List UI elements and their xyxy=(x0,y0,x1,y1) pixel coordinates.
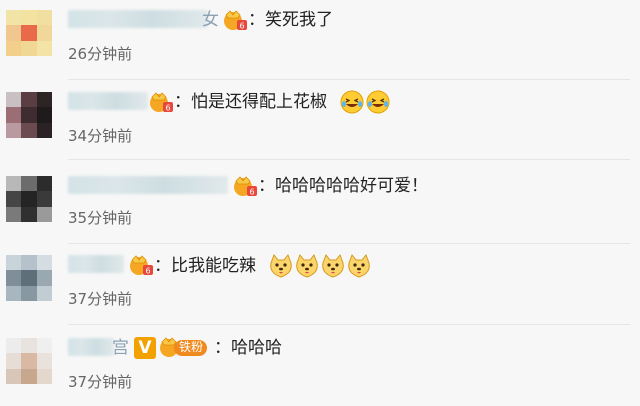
username-redacted[interactable] xyxy=(68,10,208,28)
divider xyxy=(68,159,630,160)
username-redacted[interactable] xyxy=(68,92,148,110)
divider xyxy=(68,324,630,325)
username-redacted[interactable] xyxy=(68,255,124,273)
vip-crown-badge-icon: 6 xyxy=(234,176,257,197)
comment-item: 6 ：比我能吃辣 37分钟前 xyxy=(0,245,640,325)
comment-text: ：怕是还得配上花椒 xyxy=(174,92,327,112)
avatar[interactable] xyxy=(6,10,52,56)
svg-text:6: 6 xyxy=(239,22,244,31)
avatar[interactable] xyxy=(6,92,52,138)
doge-emoji-icon xyxy=(270,254,292,278)
comment-time: 37分钟前 xyxy=(68,373,133,391)
username-tail[interactable]: 宫 xyxy=(112,338,129,358)
fan-badge-label: 铁粉 xyxy=(179,340,204,354)
comment-text: ：哈哈哈哈哈好可爱！ xyxy=(258,176,428,196)
vip-crown-badge-icon: 6 xyxy=(150,92,173,113)
username-tail[interactable]: 女 xyxy=(202,10,219,30)
svg-text:6: 6 xyxy=(249,188,254,197)
doge-emoji-icon xyxy=(296,254,318,278)
divider xyxy=(68,243,630,244)
username-redacted[interactable] xyxy=(68,338,114,356)
verified-v-badge: V xyxy=(134,337,156,359)
comment-time: 37分钟前 xyxy=(68,290,133,308)
comment-time: 35分钟前 xyxy=(68,209,133,227)
comment-time: 26分钟前 xyxy=(68,45,133,63)
comment-item: 宫 V 铁粉 ：哈哈哈 37分钟前 xyxy=(0,326,640,406)
comment-item: 6 ：哈哈哈哈哈好可爱！ 35分钟前 xyxy=(0,164,640,244)
comment-text: ：比我能吃辣 xyxy=(154,256,256,276)
doge-emoji-icon xyxy=(322,254,344,278)
comment-text: ：笑死我了 xyxy=(248,10,333,30)
comment-item: 6 ：怕是还得配上花椒 34分钟前 xyxy=(0,80,640,160)
avatar[interactable] xyxy=(6,176,52,222)
comment-item: 女 6 ：笑死我了 26分钟前 xyxy=(0,0,640,80)
comment-text: ：哈哈哈 xyxy=(214,338,282,358)
svg-text:6: 6 xyxy=(165,104,170,113)
svg-text:6: 6 xyxy=(145,267,150,276)
username-redacted[interactable] xyxy=(68,176,228,194)
avatar[interactable] xyxy=(6,338,52,384)
vip-crown-badge-icon: 6 xyxy=(224,10,247,31)
doge-emoji-icon xyxy=(348,254,370,278)
laughing-tears-emoji-icon xyxy=(366,90,390,114)
vip-crown-badge-icon: 6 xyxy=(130,255,153,276)
laughing-tears-emoji-icon xyxy=(340,90,364,114)
avatar[interactable] xyxy=(6,255,52,301)
comment-time: 34分钟前 xyxy=(68,127,133,145)
